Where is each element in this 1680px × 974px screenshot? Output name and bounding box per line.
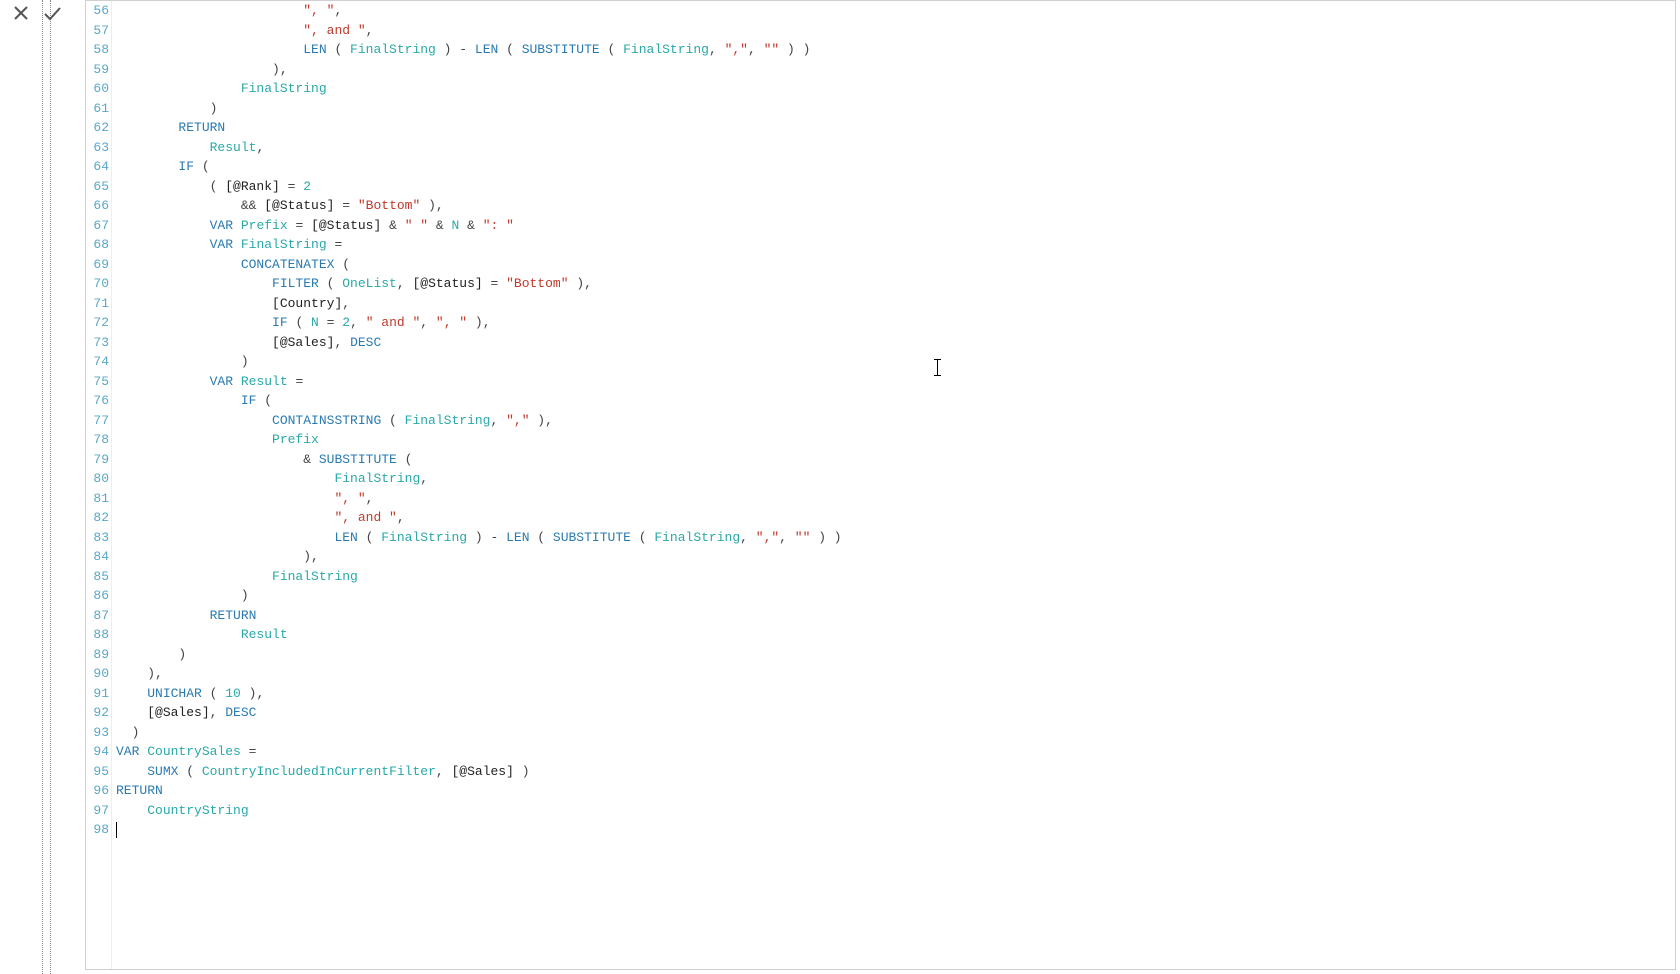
line-number: 68 xyxy=(86,235,109,255)
code-line[interactable]: ) xyxy=(116,352,1675,372)
line-number: 79 xyxy=(86,450,109,470)
line-number: 84 xyxy=(86,547,109,567)
code-line[interactable]: & SUBSTITUTE ( xyxy=(116,450,1675,470)
line-number: 62 xyxy=(86,118,109,138)
code-line[interactable]: ) xyxy=(116,645,1675,665)
code-line[interactable]: ", and ", xyxy=(116,508,1675,528)
text-caret xyxy=(116,822,117,838)
code-line[interactable]: VAR FinalString = xyxy=(116,235,1675,255)
line-number: 70 xyxy=(86,274,109,294)
line-number: 82 xyxy=(86,508,109,528)
code-line[interactable]: [@Sales], DESC xyxy=(116,333,1675,353)
formula-toolbar xyxy=(12,4,62,26)
line-number: 97 xyxy=(86,801,109,821)
line-number: 83 xyxy=(86,528,109,548)
line-number: 65 xyxy=(86,177,109,197)
check-icon xyxy=(42,4,62,22)
fold-guide-1 xyxy=(42,0,43,974)
line-number: 85 xyxy=(86,567,109,587)
line-number: 95 xyxy=(86,762,109,782)
code-line[interactable]: LEN ( FinalString ) - LEN ( SUBSTITUTE (… xyxy=(116,528,1675,548)
line-number: 80 xyxy=(86,469,109,489)
code-line[interactable]: VAR Prefix = [@Status] & " " & N & ": " xyxy=(116,216,1675,236)
code-line[interactable]: ) xyxy=(116,99,1675,119)
line-number: 69 xyxy=(86,255,109,275)
line-number: 87 xyxy=(86,606,109,626)
line-number: 71 xyxy=(86,294,109,314)
code-line[interactable]: UNICHAR ( 10 ), xyxy=(116,684,1675,704)
code-line[interactable]: ", ", xyxy=(116,1,1675,21)
line-number: 77 xyxy=(86,411,109,431)
code-line[interactable]: ), xyxy=(116,547,1675,567)
line-number: 98 xyxy=(86,820,109,840)
code-line[interactable]: Result xyxy=(116,625,1675,645)
editor-left-margin xyxy=(0,0,85,974)
line-number-gutter: 5657585960616263646566676869707172737475… xyxy=(86,1,112,969)
code-line[interactable]: RETURN xyxy=(116,606,1675,626)
code-line[interactable]: ( [@Rank] = 2 xyxy=(116,177,1675,197)
line-number: 57 xyxy=(86,21,109,41)
code-line[interactable]: [@Sales], DESC xyxy=(116,703,1675,723)
code-line[interactable]: IF ( N = 2, " and ", ", " ), xyxy=(116,313,1675,333)
close-icon xyxy=(12,4,30,22)
line-number: 73 xyxy=(86,333,109,353)
commit-button[interactable] xyxy=(42,4,62,26)
code-line[interactable]: ", ", xyxy=(116,489,1675,509)
line-number: 59 xyxy=(86,60,109,80)
code-line[interactable]: Result, xyxy=(116,138,1675,158)
code-line[interactable]: CONCATENATEX ( xyxy=(116,255,1675,275)
line-number: 58 xyxy=(86,40,109,60)
code-line[interactable]: FinalString xyxy=(116,567,1675,587)
code-line[interactable]: && [@Status] = "Bottom" ), xyxy=(116,196,1675,216)
line-number: 90 xyxy=(86,664,109,684)
line-number: 74 xyxy=(86,352,109,372)
code-line[interactable]: ", and ", xyxy=(116,21,1675,41)
code-line[interactable]: IF ( xyxy=(116,391,1675,411)
code-line[interactable]: ) xyxy=(116,586,1675,606)
formula-editor[interactable]: 5657585960616263646566676869707172737475… xyxy=(85,0,1676,970)
line-number: 89 xyxy=(86,645,109,665)
line-number: 78 xyxy=(86,430,109,450)
code-line[interactable]: CountryString xyxy=(116,801,1675,821)
code-line[interactable]: IF ( xyxy=(116,157,1675,177)
line-number: 94 xyxy=(86,742,109,762)
line-number: 72 xyxy=(86,313,109,333)
line-number: 67 xyxy=(86,216,109,236)
line-number: 81 xyxy=(86,489,109,509)
code-line[interactable]: ), xyxy=(116,60,1675,80)
line-number: 60 xyxy=(86,79,109,99)
code-line[interactable]: Prefix xyxy=(116,430,1675,450)
code-line[interactable]: LEN ( FinalString ) - LEN ( SUBSTITUTE (… xyxy=(116,40,1675,60)
line-number: 96 xyxy=(86,781,109,801)
line-number: 56 xyxy=(86,1,109,21)
line-number: 92 xyxy=(86,703,109,723)
code-line[interactable]: ) xyxy=(116,723,1675,743)
code-line[interactable]: FILTER ( OneList, [@Status] = "Bottom" )… xyxy=(116,274,1675,294)
line-number: 86 xyxy=(86,586,109,606)
line-number: 93 xyxy=(86,723,109,743)
code-line[interactable]: VAR Result = xyxy=(116,372,1675,392)
fold-guide-2 xyxy=(50,0,51,974)
code-line[interactable]: FinalString, xyxy=(116,469,1675,489)
line-number: 88 xyxy=(86,625,109,645)
code-line[interactable]: ), xyxy=(116,664,1675,684)
code-line[interactable] xyxy=(116,820,1675,840)
line-number: 75 xyxy=(86,372,109,392)
line-number: 76 xyxy=(86,391,109,411)
code-line[interactable]: RETURN xyxy=(116,118,1675,138)
code-line[interactable]: VAR CountrySales = xyxy=(116,742,1675,762)
code-line[interactable]: RETURN xyxy=(116,781,1675,801)
line-number: 66 xyxy=(86,196,109,216)
cancel-button[interactable] xyxy=(12,4,30,26)
code-area[interactable]: ", ", ", and ", LEN ( FinalString ) - LE… xyxy=(112,1,1675,969)
code-line[interactable]: CONTAINSSTRING ( FinalString, "," ), xyxy=(116,411,1675,431)
code-line[interactable]: [Country], xyxy=(116,294,1675,314)
line-number: 63 xyxy=(86,138,109,158)
code-line[interactable]: FinalString xyxy=(116,79,1675,99)
code-line[interactable]: SUMX ( CountryIncludedInCurrentFilter, [… xyxy=(116,762,1675,782)
line-number: 64 xyxy=(86,157,109,177)
line-number: 61 xyxy=(86,99,109,119)
line-number: 91 xyxy=(86,684,109,704)
